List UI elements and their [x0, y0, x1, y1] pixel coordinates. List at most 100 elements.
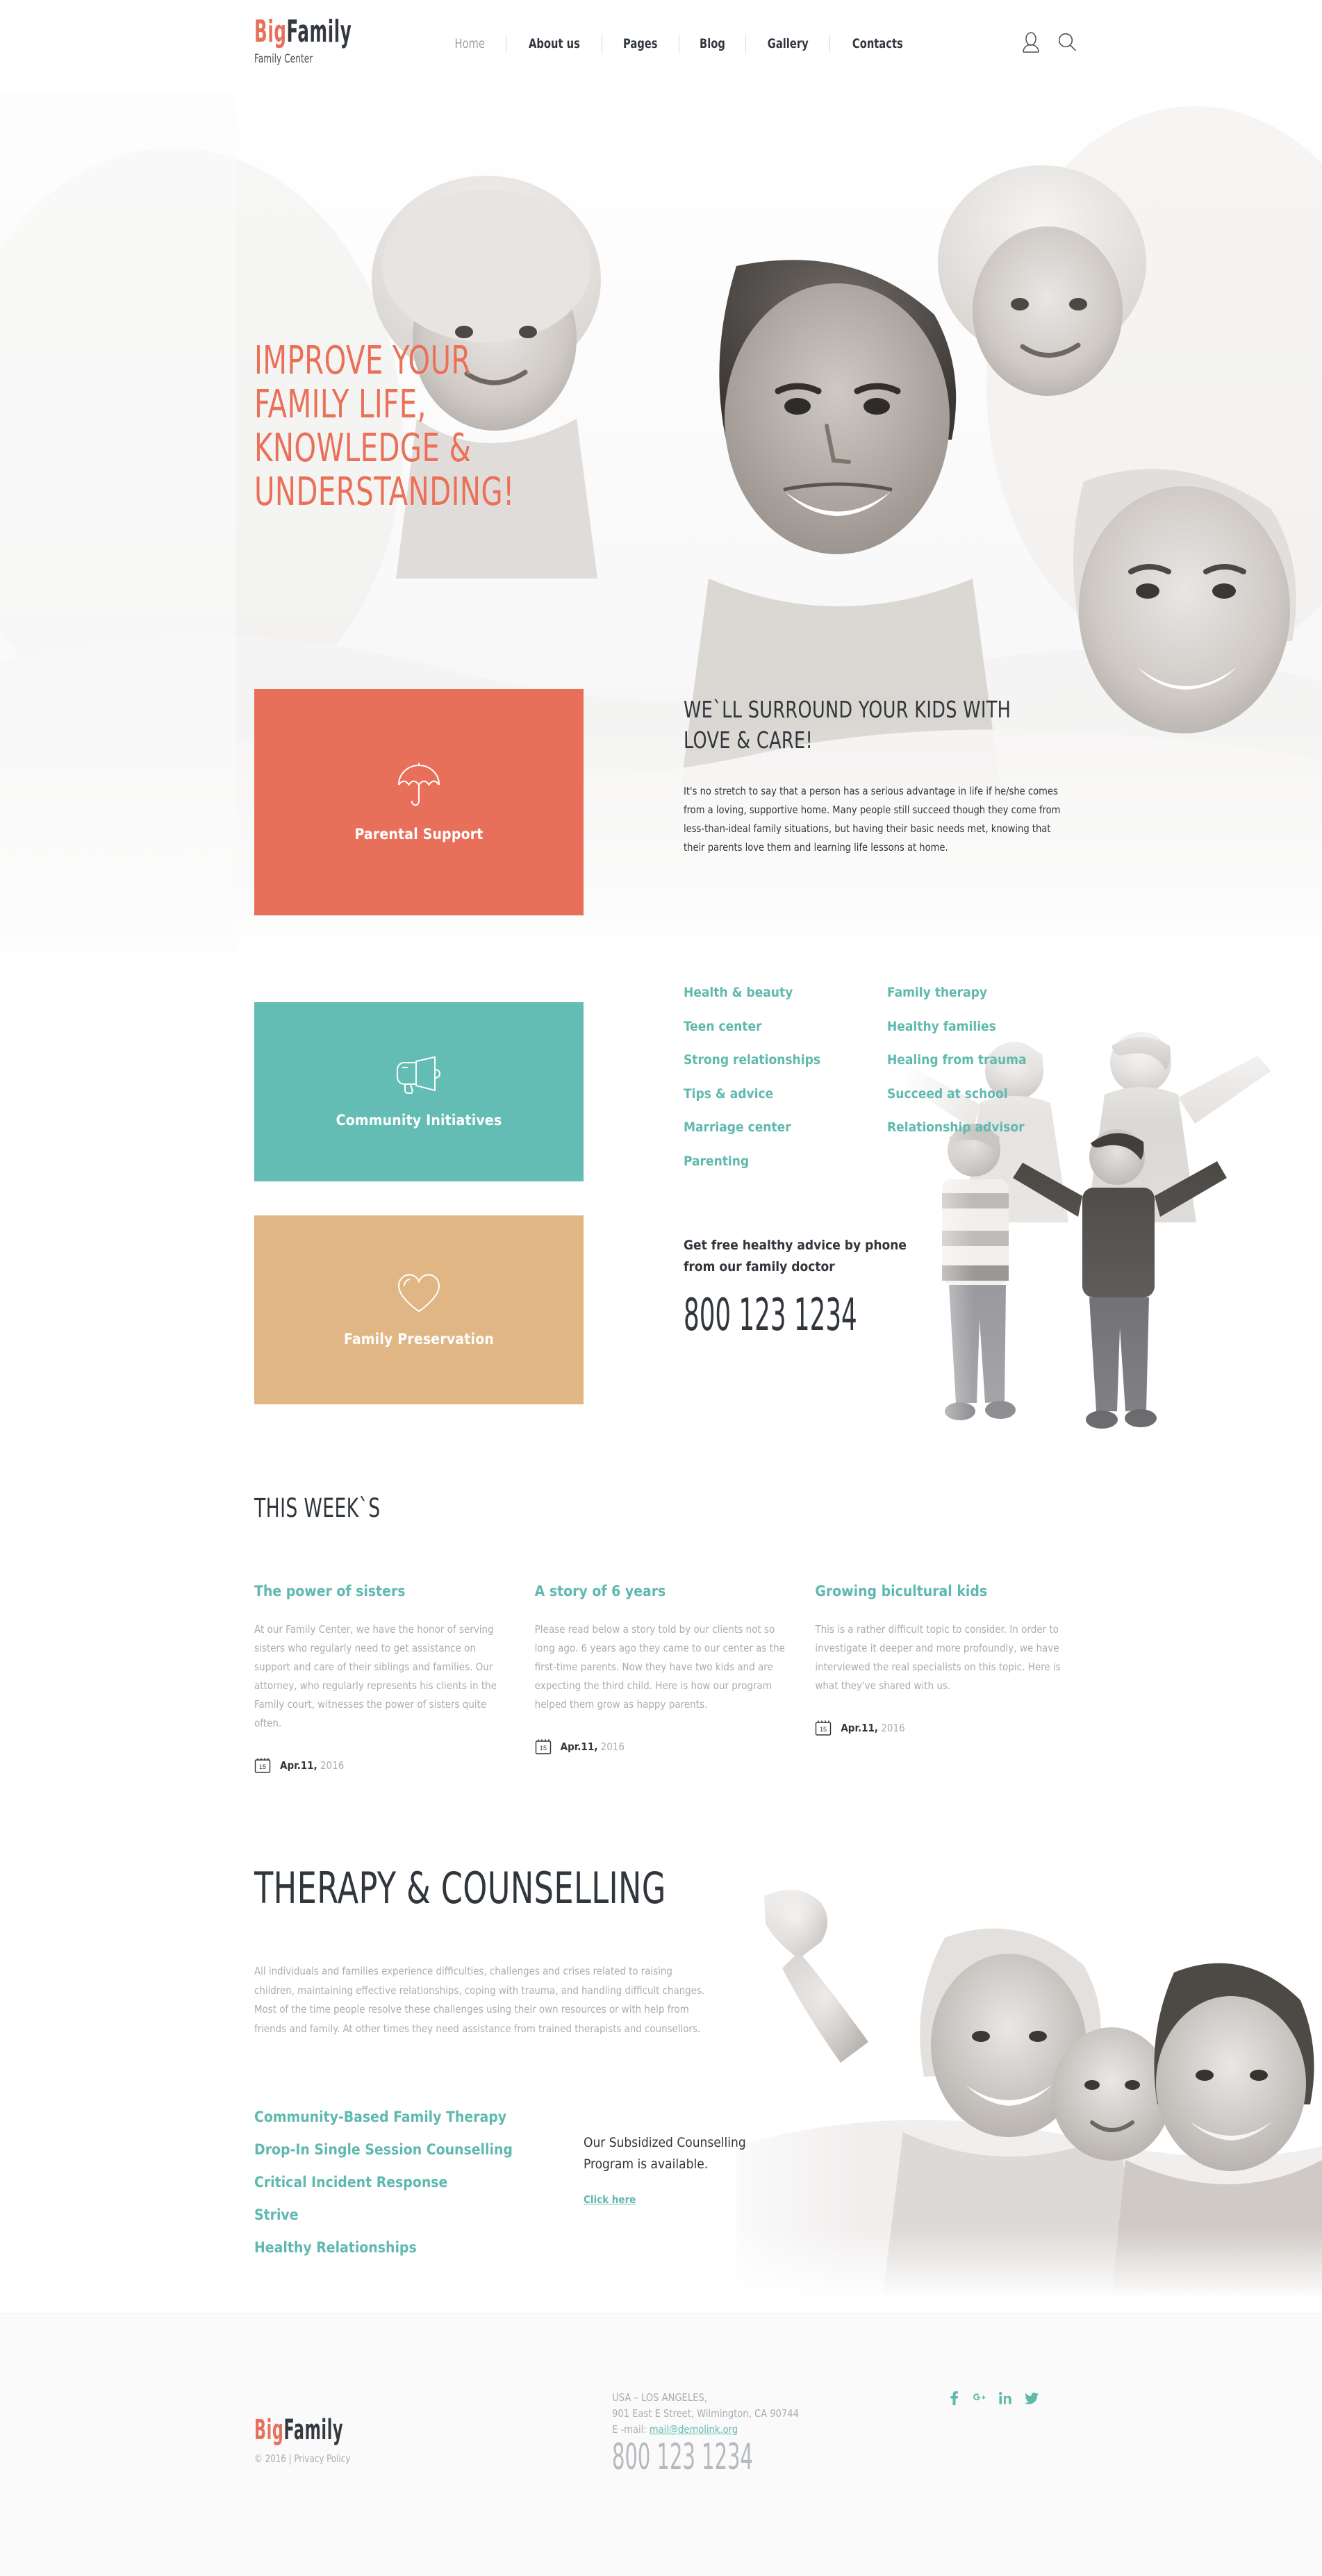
service-link[interactable]: Healthy families [887, 1010, 1073, 1044]
hero-photo [0, 92, 1322, 952]
hero-title-line-2: family life, [254, 382, 427, 427]
post-date-month: Apr.11, [280, 1759, 317, 1772]
site-logo: BigFamily [254, 17, 352, 47]
footer-social-links [950, 2391, 1039, 2408]
calendar-icon: 15 [815, 1719, 832, 1736]
post-body: Please read below a story told by our cl… [534, 1623, 785, 1711]
service-link[interactable]: Tips & advice [684, 1077, 887, 1111]
footer-email-link[interactable]: mail@demolink.org [650, 2423, 738, 2436]
google-plus-icon[interactable] [972, 2392, 986, 2407]
svg-text:15: 15 [259, 1763, 266, 1770]
footer-email-label: E -mail: [612, 2423, 647, 2436]
footer-address-line-2: 901 East E Street, Wilmington, CA 90744 [612, 2407, 799, 2420]
post-date: 15 Apr.11, 2016 [254, 1756, 508, 1774]
service-link[interactable]: Family therapy [887, 976, 1073, 1010]
hero-section: Improve your family life, knowledge & un… [0, 92, 1322, 952]
post-item: The power of sisters At our Family Cente… [254, 1582, 508, 1774]
page-root: Improve your family life, knowledge & un… [0, 0, 1322, 2576]
service-card-label: Parental Support [354, 825, 484, 842]
service-link[interactable]: Parenting [684, 1145, 887, 1179]
service-card-community-initiatives[interactable]: Community Initiatives [254, 1002, 584, 1181]
nav-item-blog[interactable]: Blog [684, 35, 741, 53]
nav-item-about-us[interactable]: About us [513, 35, 595, 53]
footer-logo: BigFamily [254, 2416, 343, 2444]
post-title[interactable]: A story of 6 years [535, 1582, 788, 1600]
service-card-family-preservation[interactable]: Family Preservation [254, 1215, 584, 1404]
nav-item-gallery[interactable]: Gallery [752, 35, 824, 53]
post-body: At our Family Center, we have the honor … [254, 1623, 497, 1729]
footer-email-row: E -mail: mail@demolink.org [612, 2422, 799, 2438]
nav-item-contacts[interactable]: Contacts [837, 35, 919, 53]
hero-title-line-3: knowledge & [254, 426, 472, 471]
post-title[interactable]: The power of sisters [254, 1582, 508, 1600]
service-card-label: Community Initiatives [336, 1111, 502, 1129]
megaphone-icon [396, 1056, 442, 1098]
footer-phone: 800 123 1234 [612, 2436, 753, 2478]
heart-icon [397, 1273, 441, 1317]
therapy-link[interactable]: Drop-In Single Session Counselling [254, 2134, 615, 2166]
umbrella-icon [397, 763, 440, 812]
subsidy-text: Our Subsidized Counselling Program is av… [584, 2135, 746, 2172]
hero-title: Improve your family life, knowledge & un… [254, 339, 554, 514]
subsidy-click-here-link[interactable]: Click here [584, 2193, 636, 2206]
hero-title-line-4: understanding! [254, 470, 515, 515]
calendar-icon: 15 [254, 1756, 271, 1774]
service-link[interactable]: Health & beauty [684, 976, 887, 1010]
therapy-link[interactable]: Healthy Relationships [254, 2232, 615, 2264]
brand-tagline: Family Center [254, 52, 313, 66]
footer-copyright: © 2016 | Privacy Policy [254, 2452, 351, 2465]
facebook-icon[interactable] [950, 2391, 959, 2408]
footer-address: USA – LOS ANGELES, 901 East E Street, Wi… [612, 2390, 799, 2438]
post-list: The power of sisters At our Family Cente… [254, 1582, 1068, 1774]
post-date-month: Apr.11, [560, 1740, 598, 1753]
brand[interactable]: BigFamily Family Center [254, 17, 411, 65]
nav-item-pages[interactable]: Pages [608, 35, 673, 53]
post-date-text: Apr.11, 2016 [280, 1759, 344, 1772]
post-date-year: 2016 [600, 1740, 625, 1753]
therapy-links: Community-Based Family Therapy Drop-In S… [254, 2101, 615, 2264]
user-icon[interactable] [1022, 32, 1040, 53]
nav-separator [745, 35, 746, 53]
twitter-icon[interactable] [1025, 2392, 1039, 2407]
post-date-text: Apr.11, 2016 [561, 1740, 625, 1753]
post-date-month: Apr.11, [841, 1721, 879, 1734]
therapy-link[interactable]: Critical Incident Response [254, 2166, 615, 2199]
therapy-paragraph: All individuals and families experience … [254, 1965, 705, 2035]
nav-item-home[interactable]: Home [439, 35, 500, 53]
post-date: 15 Apr.11, 2016 [535, 1738, 788, 1755]
logo-big: Big [254, 14, 287, 49]
therapy-title: Therapy & Counselling [254, 1863, 666, 1913]
hero-paragraph: It's no stretch to say that a person has… [684, 785, 1061, 854]
hero-title-line-1: Improve your [254, 338, 471, 383]
linkedin-icon[interactable] [999, 2392, 1011, 2407]
svg-text:15: 15 [820, 1726, 827, 1733]
service-card-parental-support[interactable]: Parental Support [254, 689, 584, 915]
therapy-link[interactable]: Strive [254, 2199, 615, 2232]
post-body: This is a rather difficult topic to cons… [815, 1623, 1061, 1692]
service-link[interactable]: Marriage center [684, 1111, 887, 1145]
service-link[interactable]: Relationship advisor [887, 1111, 1073, 1145]
hero-right-text: We`ll surround your kids with love & car… [684, 695, 1086, 857]
footer-logo-family: Family [283, 2414, 344, 2446]
calendar-icon: 15 [535, 1738, 552, 1755]
post-date-year: 2016 [320, 1759, 345, 1772]
header-icons [1022, 32, 1077, 53]
post-date: 15 Apr.11, 2016 [815, 1719, 1068, 1736]
footer-address-line-1: USA – LOS ANGELES, [612, 2391, 707, 2404]
service-link[interactable]: Teen center [684, 1010, 887, 1044]
footer-brand[interactable]: BigFamily © 2016 | Privacy Policy [254, 2416, 398, 2465]
service-links: Health & beauty Family therapy Teen cent… [684, 976, 1073, 1178]
therapy-link[interactable]: Community-Based Family Therapy [254, 2101, 615, 2134]
service-link[interactable]: Healing from trauma [887, 1043, 1073, 1077]
post-title[interactable]: Growing bicultural kids [815, 1582, 1068, 1600]
service-link[interactable]: Strong relationships [684, 1043, 887, 1077]
search-icon[interactable] [1058, 33, 1077, 52]
this-week-title: This week`s [254, 1493, 381, 1523]
main-nav: Home About us Pages Blog Gallery Contact… [434, 35, 925, 53]
service-link[interactable]: Succeed at school [887, 1077, 1073, 1111]
phone-callout: Get free healthy advice by phone from ou… [684, 1235, 934, 1338]
logo-family: Family [286, 14, 352, 49]
svg-text:15: 15 [540, 1745, 547, 1752]
post-item: Growing bicultural kids This is a rather… [815, 1582, 1068, 1774]
subsidy-callout: Our Subsidized Counselling Program is av… [584, 2132, 785, 2207]
